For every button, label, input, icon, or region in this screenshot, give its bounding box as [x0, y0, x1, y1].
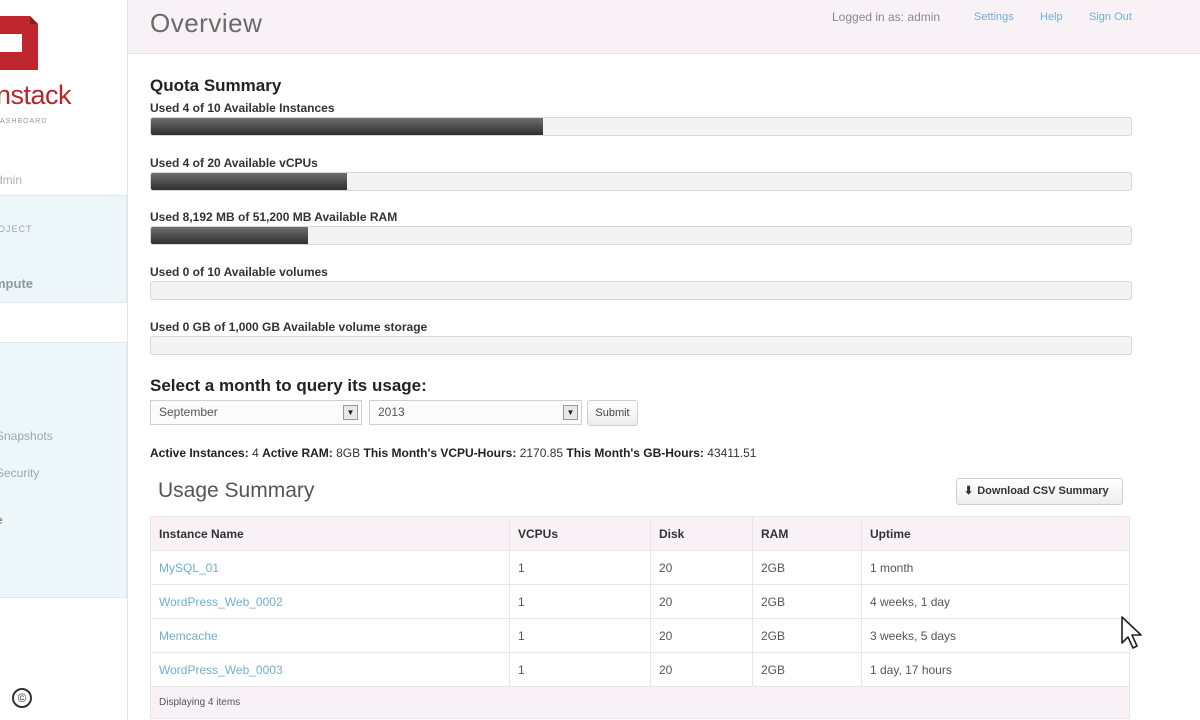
instance-name-link[interactable]: MySQL_01 — [150, 550, 510, 585]
settings-link[interactable]: Settings — [974, 11, 1014, 23]
quota-bar-instances — [150, 117, 1132, 136]
month-select-value: September — [159, 405, 218, 419]
year-select-value: 2013 — [378, 405, 405, 419]
quota-fill-instances — [151, 118, 543, 135]
usage-stats: Active Instances: 4 Active RAM: 8GB This… — [150, 446, 756, 460]
vcpus-cell: 1 — [509, 550, 651, 585]
project-label: OJECT — [0, 224, 33, 234]
download-csv-button[interactable]: ⬇ Download CSV Summary — [956, 478, 1123, 505]
gb-hours-value: 43411.51 — [707, 446, 757, 460]
sidebar-item-compute[interactable]: mpute — [0, 276, 33, 291]
quota-fill-vcpus — [151, 173, 347, 190]
chevron-down-icon: ▼ — [563, 405, 578, 420]
vcpu-hours-value: 2170.85 — [519, 446, 564, 460]
vcpus-cell: 1 — [509, 584, 651, 619]
quota-label-volume-storage: Used 0 GB of 1,000 GB Available volume s… — [150, 320, 428, 334]
openstack-logo-icon — [0, 16, 38, 70]
quota-label-instances: Used 4 of 10 Available Instances — [150, 101, 335, 115]
uptime-cell: 1 day, 17 hours — [861, 652, 1130, 687]
quota-bar-ram — [150, 226, 1132, 245]
instance-name-link[interactable]: Memcache — [150, 618, 510, 653]
mouse-cursor-icon — [1121, 616, 1142, 649]
quota-label-vcpus: Used 4 of 20 Available vCPUs — [150, 156, 318, 170]
table-row: WordPress_Web_0003 1 20 2GB 1 day, 17 ho… — [150, 652, 1130, 687]
quota-bar-volume-storage — [150, 336, 1132, 355]
ram-cell: 2GB — [752, 584, 862, 619]
active-instances-label: Active Instances: — [150, 446, 249, 460]
ram-cell: 2GB — [752, 550, 862, 585]
column-header-vcpus[interactable]: VCPUs — [509, 516, 651, 551]
active-instances-value: 4 — [252, 446, 259, 460]
disk-cell: 20 — [650, 618, 753, 653]
uptime-cell: 1 month — [861, 550, 1130, 585]
column-header-disk[interactable]: Disk — [650, 516, 753, 551]
column-header-ram[interactable]: RAM — [752, 516, 862, 551]
uptime-cell: 4 weeks, 1 day — [861, 584, 1130, 619]
quota-label-ram: Used 8,192 MB of 51,200 MB Available RAM — [150, 210, 398, 224]
download-csv-label: Download CSV Summary — [977, 485, 1109, 497]
sidebar-item-security[interactable]: Security — [0, 466, 39, 480]
quota-label-volumes: Used 0 of 10 Available volumes — [150, 265, 328, 279]
quota-fill-ram — [151, 227, 308, 244]
page-title: Overview — [150, 8, 263, 38]
help-link[interactable]: Help — [1040, 11, 1063, 23]
quota-bar-volumes — [150, 281, 1132, 300]
quota-bar-vcpus — [150, 172, 1132, 191]
usage-summary-title: Usage Summary — [158, 479, 315, 502]
disk-cell: 20 — [650, 550, 753, 585]
quota-summary-title: Quota Summary — [150, 76, 282, 95]
table-row: MySQL_01 1 20 2GB 1 month — [150, 550, 1130, 585]
chevron-down-icon: ▼ — [343, 405, 358, 420]
active-ram-label: Active RAM: — [262, 446, 333, 460]
sidebar-nav: Snapshots Security e — [0, 342, 127, 598]
table-footer-row: Displaying 4 items — [150, 686, 1130, 719]
copyright-icon: © — [12, 688, 32, 708]
usage-query-title: Select a month to query its usage: — [150, 376, 427, 395]
sidebar: nstack ASHBOARD dmin OJECT mpute Snapsho… — [0, 0, 128, 720]
active-ram-value: 8GB — [336, 446, 361, 460]
sidebar-user-label[interactable]: dmin — [0, 173, 22, 187]
logged-in-label: Logged in as: admin — [832, 10, 941, 24]
ram-cell: 2GB — [752, 618, 862, 653]
logo-text: nstack — [0, 80, 72, 110]
logo-subtitle: ASHBOARD — [0, 118, 48, 125]
table-footer-count: Displaying 4 items — [150, 686, 1130, 719]
uptime-cell: 3 weeks, 5 days — [861, 618, 1130, 653]
download-icon: ⬇ — [964, 485, 974, 497]
vcpus-cell: 1 — [509, 618, 651, 653]
disk-cell: 20 — [650, 584, 753, 619]
column-header-instance-name[interactable]: Instance Name — [150, 516, 510, 551]
sidebar-item-section[interactable]: e — [0, 513, 3, 527]
table-row: WordPress_Web_0002 1 20 2GB 4 weeks, 1 d… — [150, 584, 1130, 619]
instance-name-link[interactable]: WordPress_Web_0003 — [150, 652, 510, 687]
project-panel: OJECT mpute — [0, 195, 127, 303]
month-select[interactable]: September ▼ — [150, 400, 362, 425]
sign-out-link[interactable]: Sign Out — [1089, 11, 1132, 23]
vcpus-cell: 1 — [509, 652, 651, 687]
ram-cell: 2GB — [752, 652, 862, 687]
sidebar-item-snapshots[interactable]: Snapshots — [0, 429, 53, 443]
disk-cell: 20 — [650, 652, 753, 687]
submit-button[interactable]: Submit — [587, 400, 638, 426]
top-header: Overview Logged in as: admin Settings He… — [128, 0, 1200, 54]
table-header-row: Instance Name VCPUs Disk RAM Uptime — [150, 516, 1130, 551]
instance-name-link[interactable]: WordPress_Web_0002 — [150, 584, 510, 619]
column-header-uptime[interactable]: Uptime — [861, 516, 1130, 551]
year-select[interactable]: 2013 ▼ — [369, 400, 582, 425]
table-row: Memcache 1 20 2GB 3 weeks, 5 days — [150, 618, 1130, 653]
vcpu-hours-label: This Month's VCPU-Hours: — [363, 446, 517, 460]
usage-table: Instance Name VCPUs Disk RAM Uptime MySQ… — [150, 516, 1130, 719]
gb-hours-label: This Month's GB-Hours: — [566, 446, 704, 460]
